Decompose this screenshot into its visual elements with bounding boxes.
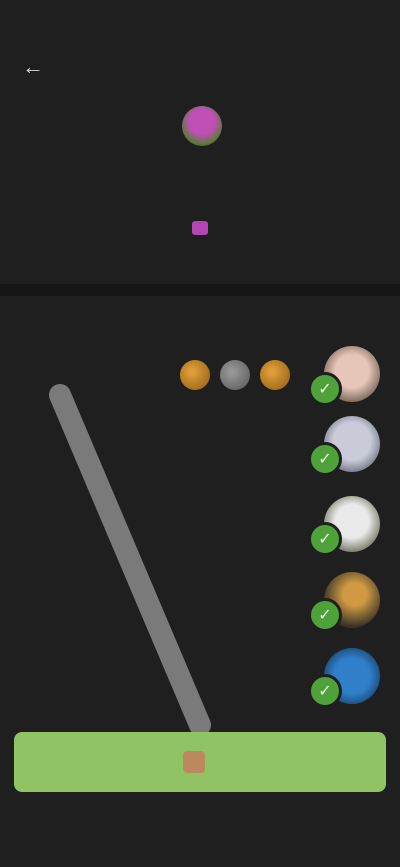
check-badge-icon: ✓ [308, 598, 342, 632]
profile-description [40, 216, 360, 238]
action-icon [183, 751, 205, 773]
nav-item-recents[interactable] [267, 807, 400, 867]
gem-icon [192, 221, 208, 236]
feed-row-3[interactable]: ✓ [86, 492, 386, 556]
feed-row-2[interactable]: ✓ [86, 412, 386, 476]
coin-icon [220, 360, 250, 390]
app-header: ← [0, 36, 400, 100]
profile-avatar[interactable] [182, 106, 222, 146]
section-divider [0, 284, 400, 296]
profile-section [0, 100, 400, 280]
check-badge-icon: ✓ [308, 372, 342, 406]
check-badge-icon: ✓ [308, 522, 342, 556]
bottom-navigation [0, 807, 400, 867]
feed-row-1[interactable]: ✓ [86, 342, 386, 406]
feed-header [0, 310, 400, 340]
back-button[interactable]: ← [14, 50, 52, 84]
feed-row-5[interactable]: ✓ [86, 644, 386, 708]
screen: ← ✓ ✓ ✓ ✓ ✓ [0, 0, 400, 867]
check-badge-icon: ✓ [308, 442, 342, 476]
status-bar [0, 0, 400, 34]
nav-item-back[interactable] [0, 807, 133, 867]
check-badge-icon: ✓ [308, 674, 342, 708]
coin-icon [260, 360, 290, 390]
nav-item-home[interactable] [133, 807, 266, 867]
feed-row-4[interactable]: ✓ [86, 568, 386, 632]
coin-group [180, 360, 290, 390]
coin-icon [180, 360, 210, 390]
primary-action-button[interactable] [14, 732, 386, 792]
arrow-left-icon: ← [22, 54, 44, 79]
